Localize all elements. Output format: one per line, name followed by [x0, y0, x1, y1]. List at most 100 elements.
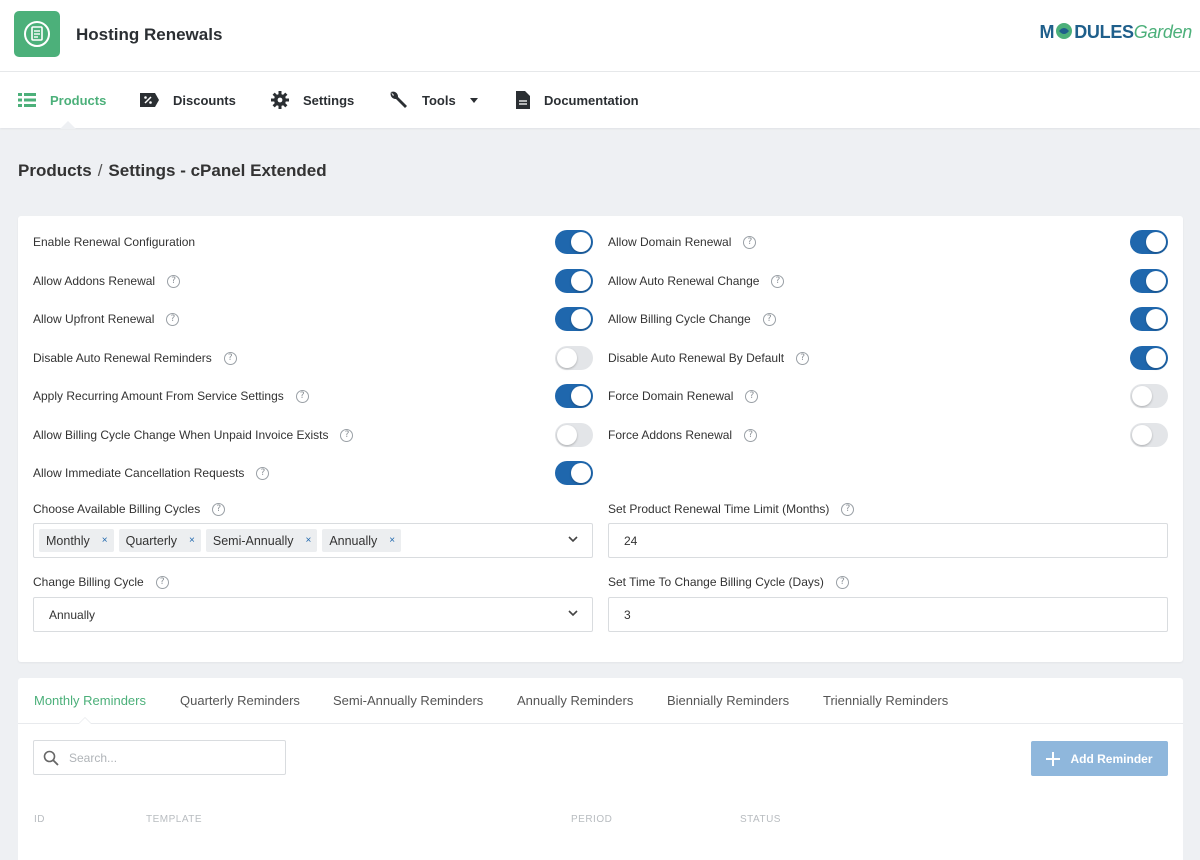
nav-settings-label: Settings: [303, 92, 355, 108]
chevron-down-icon: [469, 97, 478, 103]
add-reminder-label: Add Reminder: [1070, 751, 1153, 766]
setting-row: Disable Auto Renewal Reminders?: [33, 346, 237, 370]
column-header-period[interactable]: PERIOD: [571, 814, 612, 825]
add-reminder-button[interactable]: Add Reminder: [1031, 741, 1168, 776]
search-box: [33, 740, 286, 775]
enable-renewal-toggle[interactable]: [555, 230, 593, 254]
remove-tag-icon[interactable]: ×: [189, 535, 195, 546]
setting-label: Allow Upfront Renewal: [33, 312, 155, 326]
plus-icon: [1046, 751, 1061, 766]
allow-billing-cycle-change-toggle[interactable]: [1130, 307, 1168, 331]
app-logo-icon: [14, 11, 60, 57]
list-icon: [18, 93, 36, 107]
help-icon[interactable]: ?: [166, 312, 180, 326]
app-header: Hosting Renewals M DULESGarden: [0, 0, 1200, 72]
change-cycle-label: Change Billing Cycle?: [33, 575, 169, 589]
billing-cycle-tag: Monthly ×: [39, 529, 114, 552]
help-icon[interactable]: ?: [841, 502, 855, 516]
time-change-input[interactable]: 3: [608, 597, 1168, 632]
force-domain-renewal-toggle[interactable]: [1130, 384, 1168, 408]
app-title: Hosting Renewals: [76, 25, 223, 44]
setting-label: Allow Auto Renewal Change: [608, 274, 760, 288]
allow-auto-renewal-change-toggle[interactable]: [1130, 269, 1168, 293]
setting-label: Enable Renewal Configuration: [33, 235, 196, 249]
help-icon[interactable]: ?: [745, 389, 759, 403]
time-limit-value: 24: [624, 533, 638, 548]
reminders-panel: Monthly Reminders Quarterly Reminders Se…: [18, 678, 1183, 860]
apply-recurring-amount-toggle[interactable]: [555, 384, 593, 408]
nav-tools-label: Tools: [422, 92, 456, 108]
discount-icon: [140, 93, 159, 107]
column-header-template[interactable]: TEMPLATE: [146, 814, 202, 825]
setting-label: Force Domain Renewal: [608, 389, 734, 403]
setting-label: Allow Immediate Cancellation Requests: [33, 466, 245, 480]
search-icon: [43, 750, 59, 766]
setting-label: Apply Recurring Amount From Service Sett…: [33, 389, 284, 403]
nav-documentation[interactable]: Documentation: [516, 72, 639, 128]
time-limit-label: Set Product Renewal Time Limit (Months)?: [608, 502, 855, 516]
tab-triennially-reminders[interactable]: Triennially Reminders: [823, 693, 948, 708]
disable-auto-renewal-default-toggle[interactable]: [1130, 346, 1168, 370]
force-addons-renewal-toggle[interactable]: [1130, 423, 1168, 447]
chevron-down-icon: [568, 610, 578, 617]
help-icon[interactable]: ?: [771, 274, 785, 288]
help-icon[interactable]: ?: [256, 466, 270, 480]
time-change-label: Set Time To Change Billing Cycle (Days)?: [608, 575, 849, 589]
disable-auto-renewal-reminders-toggle[interactable]: [555, 346, 593, 370]
help-icon[interactable]: ?: [835, 575, 849, 589]
help-icon[interactable]: ?: [295, 389, 309, 403]
help-icon[interactable]: ?: [155, 575, 169, 589]
allow-upfront-renewal-toggle[interactable]: [555, 307, 593, 331]
time-limit-input[interactable]: 24: [608, 523, 1168, 558]
help-icon[interactable]: ?: [340, 428, 354, 442]
setting-row: Disable Auto Renewal By Default?: [608, 346, 810, 370]
allow-cycle-change-unpaid-toggle[interactable]: [555, 423, 593, 447]
setting-row: Apply Recurring Amount From Service Sett…: [33, 384, 309, 408]
nav-products-label: Products: [50, 92, 107, 108]
tab-semi-annually-reminders[interactable]: Semi-Annually Reminders: [333, 693, 483, 708]
chevron-down-icon: [568, 536, 578, 543]
tab-quarterly-reminders[interactable]: Quarterly Reminders: [180, 693, 300, 708]
allow-domain-renewal-toggle[interactable]: [1130, 230, 1168, 254]
tab-monthly-reminders[interactable]: Monthly Reminders: [34, 693, 146, 708]
remove-tag-icon[interactable]: ×: [305, 535, 311, 546]
help-icon[interactable]: ?: [743, 235, 757, 249]
document-icon: [516, 91, 530, 109]
billing-cycles-select[interactable]: Monthly × Quarterly × Semi-Annually × Annua…: [33, 523, 593, 558]
help-icon[interactable]: ?: [212, 502, 226, 516]
settings-panel: Enable Renewal Configuration Allow Addon…: [18, 216, 1183, 662]
column-header-status[interactable]: STATUS: [740, 814, 781, 825]
search-input[interactable]: [69, 750, 259, 765]
allow-addons-renewal-toggle[interactable]: [555, 269, 593, 293]
breadcrumb-separator: /: [97, 161, 103, 180]
setting-label: Disable Auto Renewal Reminders: [33, 351, 212, 365]
help-icon[interactable]: ?: [744, 428, 758, 442]
remove-tag-icon[interactable]: ×: [102, 535, 108, 546]
time-change-value: 3: [624, 607, 631, 622]
billing-cycles-label: Choose Available Billing Cycles?: [33, 502, 226, 516]
remove-tag-icon[interactable]: ×: [389, 535, 395, 546]
gear-icon: [271, 91, 289, 109]
tab-annually-reminders[interactable]: Annually Reminders: [517, 693, 633, 708]
help-icon[interactable]: ?: [167, 274, 181, 288]
change-cycle-select[interactable]: Annually: [33, 597, 593, 632]
setting-row: Allow Immediate Cancellation Requests?: [33, 461, 270, 485]
nav-products[interactable]: Products: [18, 72, 106, 128]
allow-immediate-cancellation-toggle[interactable]: [555, 461, 593, 485]
column-header-id[interactable]: ID: [34, 814, 45, 825]
billing-cycle-tag: Quarterly ×: [118, 529, 201, 552]
tab-biennially-reminders[interactable]: Biennially Reminders: [667, 693, 789, 708]
help-icon[interactable]: ?: [796, 351, 810, 365]
nav-discounts[interactable]: Discounts: [140, 72, 236, 128]
setting-label: Allow Addons Renewal: [33, 274, 156, 288]
setting-label: Disable Auto Renewal By Default: [608, 351, 785, 365]
nav-tools[interactable]: Tools: [388, 72, 478, 128]
nav-settings[interactable]: Settings: [271, 72, 354, 128]
help-icon[interactable]: ?: [223, 351, 237, 365]
breadcrumb: Products / Settings - cPanel Extended: [18, 161, 327, 181]
change-cycle-value: Annually: [49, 607, 96, 622]
help-icon[interactable]: ?: [762, 312, 776, 326]
nav-documentation-label: Documentation: [544, 92, 639, 108]
wrench-icon: [390, 91, 407, 108]
breadcrumb-root[interactable]: Products: [18, 161, 92, 180]
